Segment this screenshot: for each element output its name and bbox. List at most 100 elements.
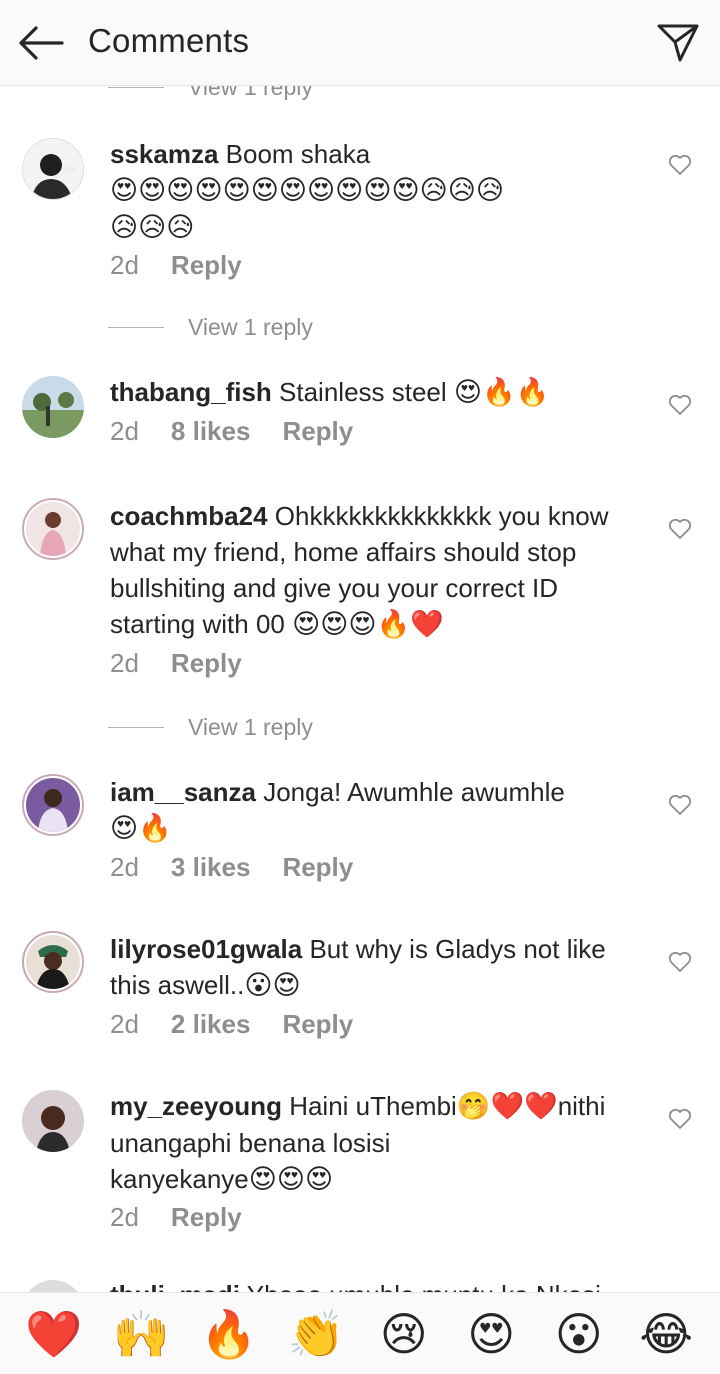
like-count[interactable]: 8 likes: [171, 416, 251, 447]
reply-button[interactable]: Reply: [171, 250, 242, 281]
avatar[interactable]: [22, 1090, 84, 1152]
avatar[interactable]: [22, 376, 84, 438]
comment-body: lilyrose01gwala But why is Gladys not li…: [110, 931, 650, 1004]
comment-text: Haini uThembi: [289, 1091, 457, 1121]
comment-body: sskamza Boom shaka 😍😍😍😍😍😍😍😍😍😍😍😥😥😥 😥😥😥: [110, 136, 650, 246]
comment-body: coachmba24 Ohkkkkkkkkkkkkkk you know wha…: [110, 498, 650, 643]
comment-username[interactable]: iam__sanza: [110, 777, 256, 807]
divider-line: [108, 86, 164, 88]
fire-emoji-icon[interactable]: 🔥: [197, 1306, 261, 1362]
comment-username[interactable]: lilyrose01gwala: [110, 934, 302, 964]
comment-text: unangaphi benana losisi: [110, 1128, 391, 1158]
comment-emoji: 😍🔥🔥: [453, 377, 550, 408]
comment-emoji: 😍😍😍🔥❤️: [292, 609, 444, 640]
comment-text: But why is Gladys not like: [309, 934, 606, 964]
crying-face-emoji-icon[interactable]: 😢: [372, 1306, 436, 1362]
back-arrow-icon: [19, 26, 64, 60]
comment-time: 2d: [110, 1202, 139, 1232]
reply-button[interactable]: Reply: [171, 648, 242, 679]
heart-eyes-emoji-icon[interactable]: 😍: [459, 1306, 523, 1362]
like-heart-icon[interactable]: [668, 518, 692, 540]
comment-emoji: 😥😥😥: [110, 212, 195, 243]
comment-text: Jonga! Awumhle awumhle: [263, 777, 565, 807]
heart-emoji-icon[interactable]: ❤️: [22, 1306, 86, 1362]
surprised-face-emoji-icon[interactable]: 😮: [547, 1306, 611, 1362]
comment-text: nithi: [557, 1091, 606, 1121]
comment-text: kanyekanye: [110, 1164, 249, 1194]
comment-meta: 2d 3 likes Reply: [110, 852, 385, 883]
comment-time: 2d: [110, 250, 139, 280]
like-count[interactable]: 2 likes: [171, 1009, 251, 1040]
comment-emoji: 😍🔥: [110, 813, 172, 844]
divider-line: [108, 326, 164, 328]
comment-meta: 2d 8 likes Reply: [110, 416, 385, 447]
divider-line: [108, 726, 164, 728]
reply-button[interactable]: Reply: [282, 852, 353, 883]
like-heart-icon[interactable]: [668, 951, 692, 973]
avatar-image: [26, 778, 80, 832]
comment-username[interactable]: sskamza: [110, 139, 218, 169]
like-count[interactable]: 3 likes: [171, 852, 251, 883]
avatar-image: [26, 935, 80, 989]
comment-time: 2d: [110, 416, 139, 446]
like-heart-icon[interactable]: [668, 1108, 692, 1130]
comment-text: starting with 00: [110, 609, 285, 639]
like-heart-icon[interactable]: [668, 394, 692, 416]
avatar[interactable]: [22, 498, 84, 560]
view-replies-label: View 1 reply: [188, 713, 313, 740]
avatar-image: [26, 502, 80, 556]
like-heart-icon[interactable]: [668, 154, 692, 176]
reply-button[interactable]: Reply: [282, 1009, 353, 1040]
comment-username[interactable]: thuli_madi: [110, 1280, 240, 1292]
view-replies-label: View 1 reply: [188, 313, 313, 340]
comment-text: Yhooo umuhle muntu ka Nkosi: [247, 1280, 601, 1292]
top-app-bar: Comments: [0, 0, 720, 86]
clapping-hands-emoji-icon[interactable]: 👏: [284, 1306, 348, 1362]
comment-body: thuli_madi Yhooo umuhle muntu ka Nkosi: [110, 1280, 601, 1292]
page-title: Comments: [88, 22, 250, 59]
view-replies-label: View 1 reply: [188, 86, 313, 100]
comment-emoji: 🤭❤️❤️: [456, 1091, 558, 1122]
tears-of-joy-emoji-icon[interactable]: 😂: [634, 1306, 698, 1362]
comment-username[interactable]: my_zeeyoung: [110, 1091, 282, 1121]
reply-button[interactable]: Reply: [282, 416, 353, 447]
comment-emoji: 😍😍😍: [248, 1164, 334, 1195]
comment-text: Ohkkkkkkkkkkkkkk you know: [274, 501, 609, 531]
avatar[interactable]: [22, 774, 84, 836]
share-button[interactable]: [656, 22, 700, 64]
comment-meta: 2d Reply: [110, 648, 274, 679]
avatar[interactable]: [22, 931, 84, 993]
view-replies-link[interactable]: View 1 reply: [108, 712, 313, 742]
raised-hands-emoji-icon[interactable]: 🙌: [109, 1306, 173, 1362]
reply-button[interactable]: Reply: [171, 1202, 242, 1233]
comment-emoji: 😍😍😍😍😍😍😍😍😍😍😍😥😥😥: [110, 175, 505, 206]
avatar-image: [22, 1090, 84, 1152]
comment-body: thabang_fish Stainless steel 😍🔥🔥: [110, 374, 650, 411]
comments-list[interactable]: View 1 reply sskamza Boom shaka 😍😍😍😍😍😍😍😍…: [0, 86, 720, 1292]
comment-username[interactable]: thabang_fish: [110, 377, 272, 407]
comment-text: this aswell..: [110, 970, 245, 1000]
comment-body: my_zeeyoung Haini uThembi🤭❤️❤️nithi unan…: [110, 1088, 650, 1198]
quick-emoji-bar: ❤️ 🙌 🔥 👏 😢 😍 😮 😂: [0, 1292, 720, 1374]
comment-text: bullshiting and give you your correct ID: [110, 573, 559, 603]
avatar-image: [23, 139, 83, 199]
comment-meta: 2d 2 likes Reply: [110, 1009, 385, 1040]
comment-text: Boom shaka: [225, 139, 371, 169]
comment-text: what my friend, home affairs should stop: [110, 537, 577, 567]
avatar-image: [22, 376, 84, 438]
avatar[interactable]: [22, 138, 84, 200]
like-heart-icon[interactable]: [668, 794, 692, 816]
comment-username[interactable]: coachmba24: [110, 501, 268, 531]
view-replies-link[interactable]: View 1 reply: [108, 312, 313, 342]
view-replies-link[interactable]: View 1 reply: [108, 86, 313, 102]
comment-text: Stainless steel: [279, 377, 447, 407]
comment-emoji: 😮😍: [244, 970, 301, 1001]
avatar[interactable]: [22, 1280, 84, 1292]
comment-body: iam__sanza Jonga! Awumhle awumhle 😍🔥: [110, 774, 650, 847]
comment-time: 2d: [110, 648, 139, 678]
back-button[interactable]: [18, 24, 64, 62]
comment-meta: 2d Reply: [110, 1202, 274, 1233]
comment-time: 2d: [110, 852, 139, 882]
paper-plane-icon: [657, 24, 699, 62]
comment-time: 2d: [110, 1009, 139, 1039]
